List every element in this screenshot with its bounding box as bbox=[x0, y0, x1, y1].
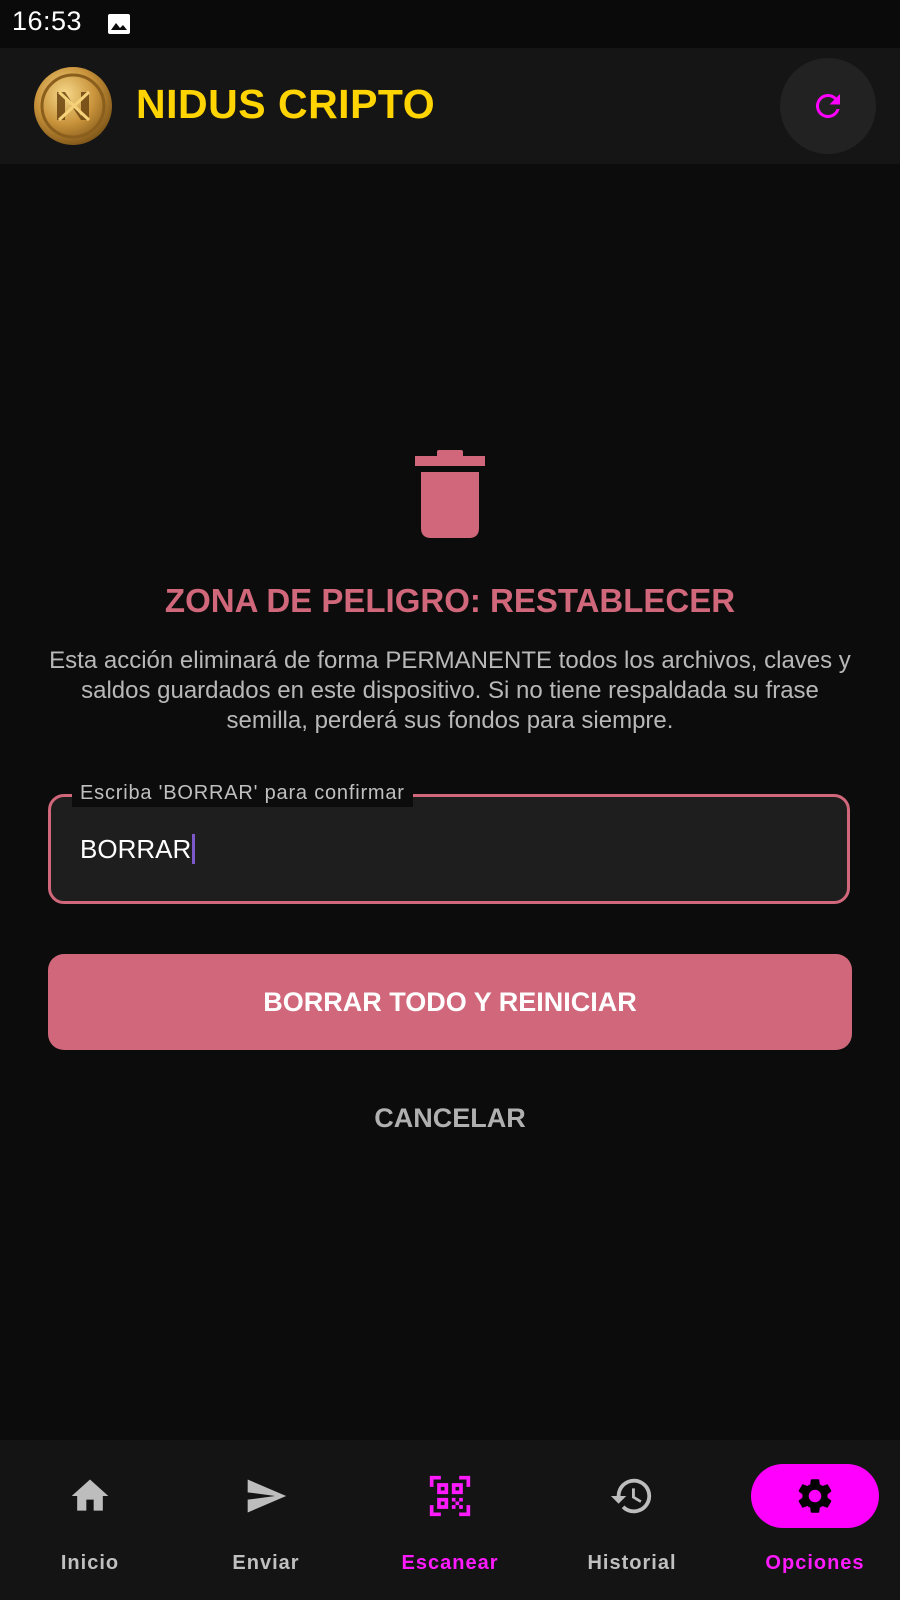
refresh-button[interactable] bbox=[780, 58, 876, 154]
nav-icon-container bbox=[418, 1464, 482, 1528]
text-cursor bbox=[192, 834, 196, 864]
nav-icon-container bbox=[234, 1464, 298, 1528]
nidus-logo bbox=[34, 67, 112, 145]
confirm-input-value[interactable]: BORRAR bbox=[80, 834, 196, 865]
nav-item-historial[interactable]: Historial bbox=[542, 1440, 722, 1600]
app-title: NIDUS CRIPTO bbox=[136, 81, 436, 127]
nav-item-enviar[interactable]: Enviar bbox=[176, 1440, 356, 1600]
status-bar: 16:53 bbox=[0, 0, 900, 48]
cancel-button[interactable]: CANCELAR bbox=[300, 1093, 600, 1143]
nav-item-opciones[interactable]: Opciones bbox=[725, 1440, 900, 1600]
nav-icon-container bbox=[58, 1464, 122, 1528]
nav-label-opciones: Opciones bbox=[765, 1552, 865, 1574]
image-icon bbox=[108, 14, 130, 34]
nav-item-escanear[interactable]: Escanear bbox=[360, 1440, 540, 1600]
confirm-input-text: BORRAR bbox=[80, 834, 192, 864]
home-icon bbox=[71, 1479, 109, 1511]
nav-label-escanear: Escanear bbox=[401, 1552, 499, 1574]
app-screen: 16:53 NIDUS CRIPTO ZONA DE PELIGRO: REST… bbox=[0, 0, 900, 1600]
app-bar: NIDUS CRIPTO bbox=[0, 48, 900, 164]
nav-label-enviar: Enviar bbox=[232, 1552, 300, 1574]
danger-zone-description: Esta acción eliminará de forma PERMANENT… bbox=[49, 647, 851, 734]
gear-icon bbox=[798, 1479, 832, 1513]
reset-all-button[interactable]: BORRAR TODO Y REINICIAR bbox=[48, 954, 852, 1050]
bottom-navigation: Inicio Enviar Escanear Historial Opcione… bbox=[0, 1440, 900, 1600]
nav-label-historial: Historial bbox=[587, 1552, 677, 1574]
nav-label-inicio: Inicio bbox=[60, 1552, 120, 1574]
status-time: 16:53 bbox=[12, 6, 83, 36]
danger-zone-title: ZONA DE PELIGRO: RESTABLECER bbox=[164, 582, 736, 619]
qr-scan-icon bbox=[429, 1475, 471, 1517]
confirm-input-label: Escriba 'BORRAR' para confirmar bbox=[72, 780, 413, 807]
send-icon bbox=[247, 1479, 287, 1513]
nav-icon-container bbox=[600, 1464, 664, 1528]
history-icon bbox=[610, 1478, 652, 1514]
nav-active-indicator bbox=[751, 1464, 879, 1528]
nav-item-inicio[interactable]: Inicio bbox=[0, 1440, 180, 1600]
trash-icon bbox=[415, 450, 485, 538]
refresh-icon bbox=[815, 93, 840, 118]
